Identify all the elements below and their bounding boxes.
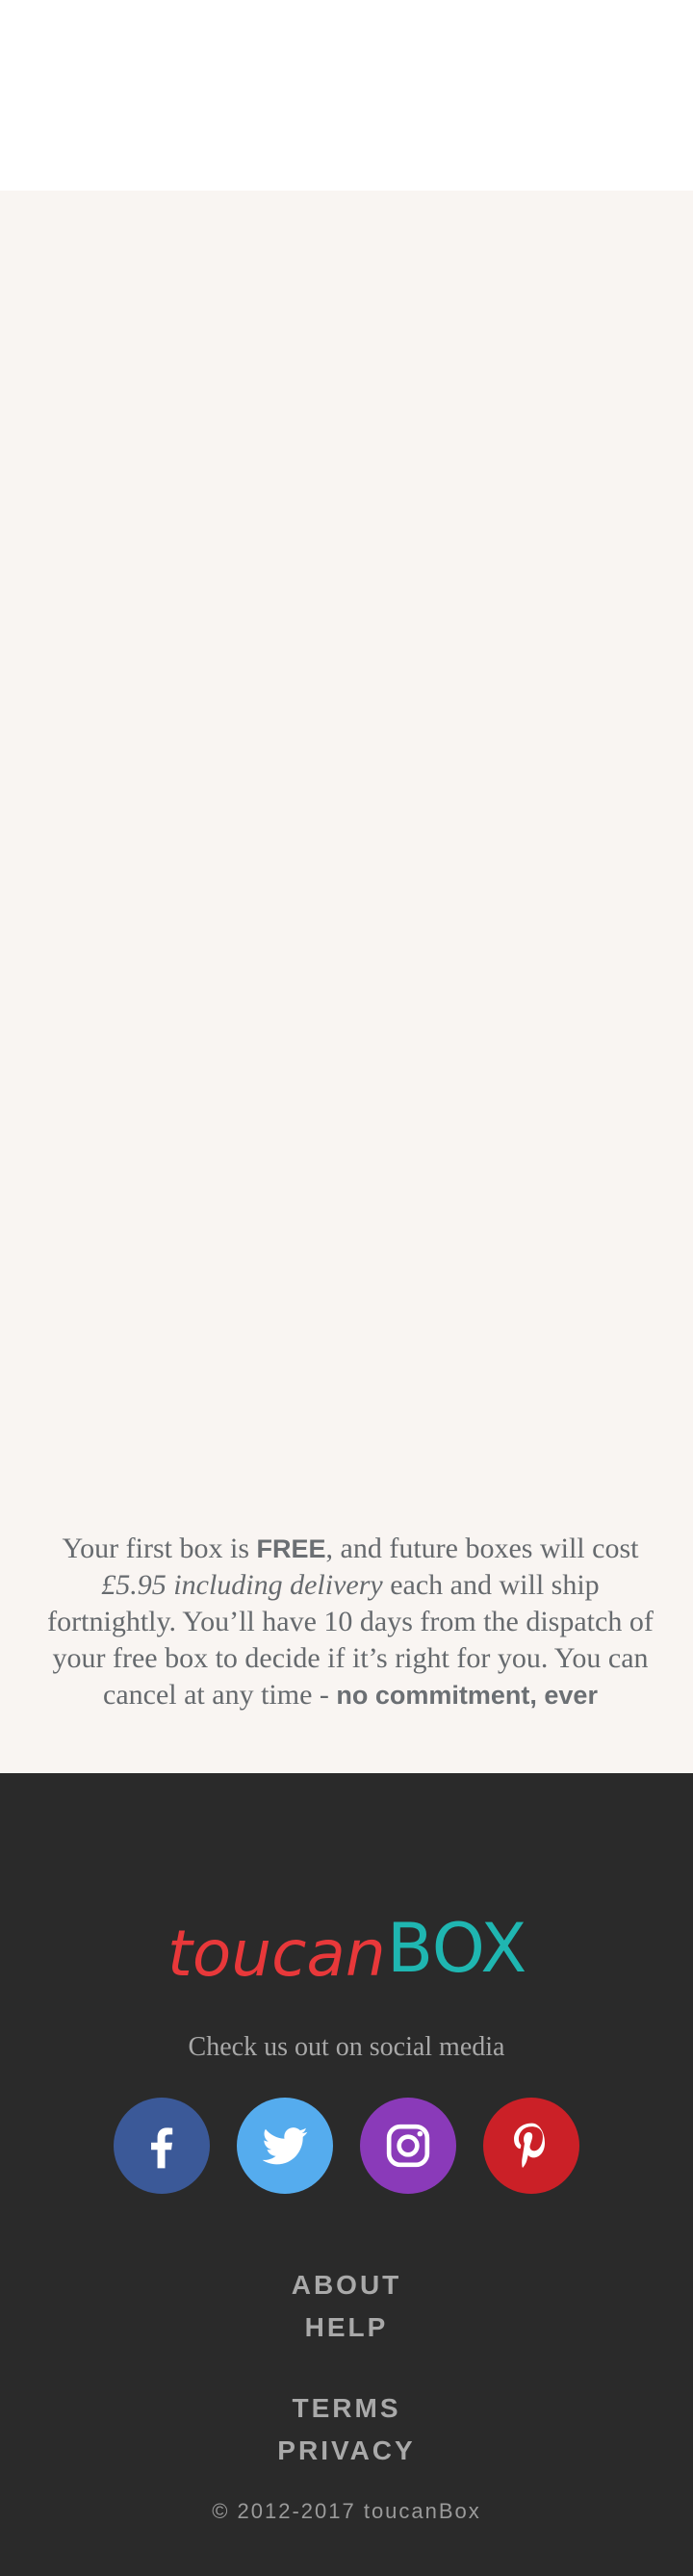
nav-terms[interactable]: TERMS <box>0 2387 693 2430</box>
facebook-icon <box>151 2127 173 2169</box>
nav-privacy[interactable]: PRIVACY <box>0 2430 693 2472</box>
offer-no-commitment: no commitment, ever <box>336 1681 598 1710</box>
footer-nav-primary-list: ABOUT HELP <box>0 2264 693 2349</box>
offer-text-1: Your first box is <box>62 1533 257 1564</box>
pinterest-link[interactable] <box>483 2098 579 2194</box>
nav-about[interactable]: ABOUT <box>0 2264 693 2306</box>
logo-graphic: toucan BOX <box>167 1909 526 1991</box>
svg-text:toucan: toucan <box>167 1917 386 1991</box>
twitter-icon <box>262 2127 308 2165</box>
instagram-link[interactable] <box>360 2098 456 2194</box>
offer-description: Your first box is FREE, and future boxes… <box>37 1531 664 1713</box>
pinterest-icon <box>514 2123 545 2168</box>
nav-help[interactable]: HELP <box>0 2306 693 2349</box>
social-heading: Check us out on social media <box>188 2032 505 2062</box>
facebook-link[interactable] <box>114 2098 210 2194</box>
offer-price: £5.95 including delivery <box>101 1569 383 1601</box>
top-header <box>0 0 693 191</box>
svg-text:BOX: BOX <box>387 1909 526 1988</box>
footer-nav-secondary-list: TERMS PRIVACY <box>0 2387 693 2472</box>
instagram-icon <box>386 2124 430 2168</box>
main-content: Your first box is FREE, and future boxes… <box>0 191 693 1773</box>
copyright-notice: © 2012-2017 toucanBox <box>212 2499 481 2523</box>
toucanbox-logo[interactable]: toucan BOX <box>0 1908 693 1995</box>
offer-text-2: , and future boxes will cost <box>325 1533 639 1564</box>
footer: toucan BOX Check us out on social media … <box>0 1773 693 2576</box>
social-links <box>0 2098 693 2194</box>
twitter-link[interactable] <box>237 2098 333 2194</box>
offer-free-label: FREE <box>256 1534 326 1563</box>
